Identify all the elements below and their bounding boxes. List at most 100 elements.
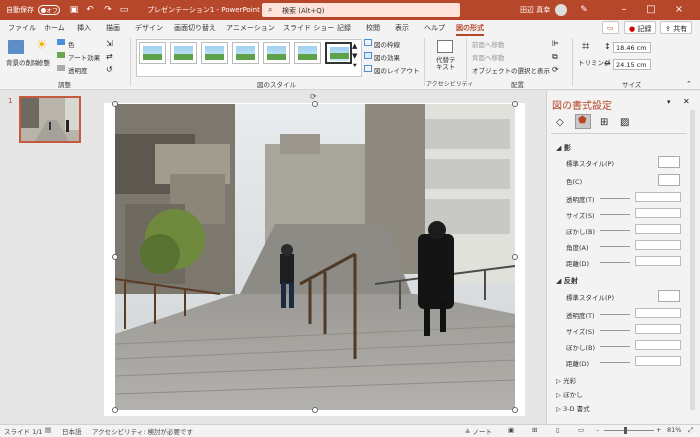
- tab-home[interactable]: ホーム: [44, 23, 65, 33]
- corrections-button[interactable]: 修整: [37, 57, 50, 67]
- zoom-slider[interactable]: [604, 430, 654, 431]
- slide-sorter-icon[interactable]: ⊞: [532, 426, 537, 434]
- maximize-button[interactable]: □: [644, 3, 658, 17]
- undo-icon[interactable]: ↶: [84, 4, 96, 16]
- shadow-preset-dropdown[interactable]: [658, 156, 680, 168]
- fill-line-icon[interactable]: ◇: [556, 117, 564, 128]
- tab-slideshow[interactable]: スライド ショー: [283, 23, 334, 33]
- record-button[interactable]: ● 記録: [624, 21, 657, 34]
- artistic-effects-icon[interactable]: [57, 52, 65, 58]
- language-indicator[interactable]: 日本語: [62, 426, 82, 436]
- resize-handle-bottom-left[interactable]: [112, 407, 118, 413]
- shadow-distance-slider[interactable]: [600, 262, 630, 263]
- tab-picture-format[interactable]: 図の形式: [456, 23, 484, 36]
- picture-layout-icon[interactable]: [364, 65, 372, 72]
- present-icon[interactable]: ▭: [118, 4, 130, 16]
- panel-close-icon[interactable]: ✕: [683, 97, 690, 106]
- selected-picture[interactable]: [115, 104, 515, 410]
- tab-help[interactable]: ヘルプ: [424, 23, 445, 33]
- remove-background-button[interactable]: 背景の削除: [6, 57, 39, 67]
- zoom-in-icon[interactable]: +: [656, 426, 661, 434]
- artistic-effects-button[interactable]: アート効果: [68, 52, 100, 62]
- close-button[interactable]: ×: [672, 3, 686, 17]
- tab-review[interactable]: 校閲: [366, 23, 380, 33]
- tab-animations[interactable]: アニメーション: [226, 23, 275, 33]
- accessibility-status[interactable]: アクセシビリティ: 検討が必要です: [92, 426, 193, 436]
- picture-border-button[interactable]: 図の枠線: [374, 39, 400, 49]
- resize-handle-top-right[interactable]: [512, 101, 518, 107]
- spellcheck-icon[interactable]: ▤: [45, 426, 51, 434]
- picture-style-1[interactable]: [139, 42, 166, 64]
- bring-forward-button[interactable]: 前面へ移動: [472, 39, 505, 49]
- tab-insert[interactable]: 挿入: [77, 23, 91, 33]
- notes-button[interactable]: ≜ ノート: [465, 426, 492, 436]
- shadow-section-header[interactable]: ◢ 影: [556, 143, 571, 153]
- picture-border-icon[interactable]: [364, 39, 372, 46]
- resize-handle-bottom-right[interactable]: [512, 407, 518, 413]
- soft-edges-section-header[interactable]: ▷ ぼかし: [556, 389, 583, 399]
- shadow-blur-slider[interactable]: [600, 230, 630, 231]
- reflection-blur-input[interactable]: [635, 340, 681, 350]
- reflection-size-input[interactable]: [635, 324, 681, 334]
- minimize-button[interactable]: –: [617, 3, 631, 17]
- panel-scrollbar[interactable]: [690, 110, 695, 410]
- slide-thumbnail[interactable]: [19, 96, 81, 143]
- shadow-distance-input[interactable]: [635, 256, 681, 266]
- search-input[interactable]: ⌕ 検索 (Alt+Q): [262, 3, 460, 17]
- send-backward-button[interactable]: 背面へ移動: [472, 52, 505, 62]
- pen-icon[interactable]: ✎: [578, 4, 590, 16]
- share-button[interactable]: ⇪ 共有: [660, 21, 693, 34]
- rotate-icon[interactable]: ⟳: [552, 65, 559, 74]
- zoom-out-icon[interactable]: –: [596, 426, 599, 434]
- compress-icon[interactable]: ⇲: [106, 39, 113, 48]
- picture-style-5[interactable]: [263, 42, 290, 64]
- resize-handle-top[interactable]: [312, 101, 318, 107]
- shadow-size-input[interactable]: [635, 208, 681, 218]
- transparency-icon[interactable]: [57, 65, 65, 71]
- tab-design[interactable]: デザイン: [135, 23, 163, 33]
- picture-style-2[interactable]: [170, 42, 197, 64]
- resize-handle-bottom[interactable]: [312, 407, 318, 413]
- 3d-format-section-header[interactable]: ▷ 3-D 書式: [556, 403, 590, 413]
- glow-section-header[interactable]: ▷ 光彩: [556, 375, 576, 385]
- alt-text-button[interactable]: 代替テキスト: [436, 57, 458, 71]
- resize-handle-left[interactable]: [112, 254, 118, 260]
- tab-transitions[interactable]: 画面切り替え: [174, 23, 216, 33]
- crop-icon[interactable]: ⌗: [582, 39, 589, 54]
- zoom-slider-thumb[interactable]: [624, 427, 627, 434]
- remove-background-icon[interactable]: [8, 40, 24, 54]
- zoom-level[interactable]: 81%: [667, 426, 681, 434]
- resize-handle-top-left[interactable]: [112, 101, 118, 107]
- tab-draw[interactable]: 描画: [106, 23, 120, 33]
- color-button[interactable]: 色: [68, 39, 75, 49]
- reflection-section-header[interactable]: ◢ 反射: [556, 276, 578, 286]
- color-icon[interactable]: [57, 39, 65, 45]
- picture-effects-icon[interactable]: [364, 52, 372, 59]
- reset-picture-icon[interactable]: ↺: [106, 65, 113, 74]
- effects-tab[interactable]: ⬟: [575, 114, 591, 129]
- shadow-color-picker[interactable]: [658, 174, 680, 186]
- gallery-down-icon[interactable]: ▼: [352, 52, 357, 60]
- transparency-button[interactable]: 透明度: [68, 65, 88, 75]
- fit-to-window-icon[interactable]: ⤢: [688, 426, 693, 435]
- change-picture-icon[interactable]: ⇄: [106, 52, 113, 61]
- avatar[interactable]: [555, 4, 567, 16]
- picture-style-4[interactable]: [232, 42, 259, 64]
- slideshow-view-icon[interactable]: ▭: [578, 426, 584, 434]
- alt-text-icon[interactable]: [437, 40, 453, 53]
- picture-style-3[interactable]: [201, 42, 228, 64]
- height-input[interactable]: 18.46 cm: [613, 42, 651, 53]
- normal-view-icon[interactable]: ▣: [508, 426, 514, 434]
- shadow-angle-slider[interactable]: [600, 246, 630, 247]
- group-icon[interactable]: ⧉: [552, 52, 558, 62]
- width-input[interactable]: 24.15 cm: [613, 59, 651, 70]
- corrections-icon[interactable]: ☀: [36, 38, 48, 53]
- tab-view[interactable]: 表示: [395, 23, 409, 33]
- resize-handle-right[interactable]: [512, 254, 518, 260]
- save-icon[interactable]: ▣: [68, 4, 80, 16]
- reading-view-icon[interactable]: ▯: [556, 426, 560, 434]
- shadow-blur-input[interactable]: [635, 224, 681, 234]
- reflection-transparency-slider[interactable]: [600, 314, 630, 315]
- picture-style-6[interactable]: [294, 42, 321, 64]
- selection-pane-button[interactable]: オブジェクトの選択と表示: [472, 65, 550, 75]
